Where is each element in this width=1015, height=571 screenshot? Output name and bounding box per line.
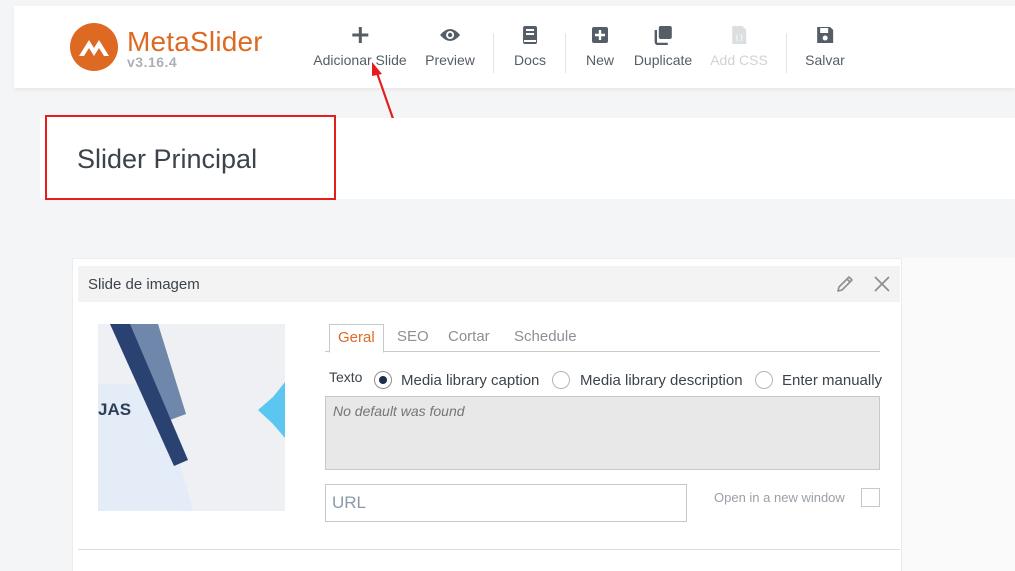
radio-enter-manually[interactable] bbox=[755, 371, 773, 389]
preview-button[interactable]: Preview bbox=[425, 24, 475, 74]
slide-card-header: Slide de imagem bbox=[78, 266, 900, 302]
toolbar-divider bbox=[493, 33, 494, 73]
thumbnail-text: JAS bbox=[98, 400, 132, 419]
save-button[interactable]: Salvar bbox=[805, 24, 845, 74]
eye-icon bbox=[439, 24, 461, 46]
tab-cortar[interactable]: Cortar bbox=[448, 328, 490, 345]
copy-icon bbox=[653, 24, 673, 46]
docs-label: Docs bbox=[514, 52, 546, 68]
radio-enter-manually-label[interactable]: Enter manually bbox=[782, 372, 882, 389]
caption-textarea[interactable] bbox=[325, 396, 880, 470]
close-icon[interactable] bbox=[872, 274, 892, 294]
plus-icon bbox=[351, 24, 369, 46]
slide-type-title: Slide de imagem bbox=[88, 276, 200, 293]
css-file-icon: {} bbox=[731, 24, 747, 46]
plus-square-icon bbox=[591, 24, 609, 46]
book-icon bbox=[522, 24, 538, 46]
slider-title-highlight[interactable]: Slider Principal bbox=[45, 115, 336, 200]
url-input[interactable] bbox=[325, 484, 687, 522]
save-icon bbox=[816, 24, 834, 46]
toolbar-divider bbox=[565, 33, 566, 73]
duplicate-label: Duplicate bbox=[633, 52, 693, 68]
pencil-icon[interactable] bbox=[834, 273, 856, 295]
slide-card-body: JAS Geral SEO Cortar Schedule Texto Medi… bbox=[78, 302, 900, 550]
version-label: v3.16.4 bbox=[127, 54, 178, 70]
duplicate-button[interactable]: Duplicate bbox=[634, 24, 692, 74]
toolbar-divider bbox=[786, 33, 787, 73]
add-css-button[interactable]: {} Add CSS bbox=[710, 24, 768, 74]
right-panel bbox=[900, 258, 1015, 571]
preview-label: Preview bbox=[425, 52, 475, 68]
add-css-label: Add CSS bbox=[710, 52, 768, 68]
save-label: Salvar bbox=[805, 52, 845, 68]
tab-geral[interactable]: Geral bbox=[329, 324, 384, 353]
radio-media-description[interactable] bbox=[552, 371, 570, 389]
slider-title[interactable]: Slider Principal bbox=[77, 144, 257, 175]
radio-media-description-label[interactable]: Media library description bbox=[580, 372, 743, 389]
new-label: New bbox=[585, 52, 615, 68]
radio-media-caption-label[interactable]: Media library caption bbox=[401, 372, 539, 389]
new-button[interactable]: New bbox=[586, 24, 614, 74]
tab-schedule[interactable]: Schedule bbox=[514, 328, 577, 345]
new-window-label: Open in a new window bbox=[714, 490, 845, 505]
tab-seo[interactable]: SEO bbox=[397, 328, 429, 345]
new-window-checkbox[interactable] bbox=[861, 488, 880, 507]
slide-tabs: Geral SEO Cortar Schedule bbox=[325, 324, 880, 353]
metaslider-logo-icon bbox=[70, 23, 118, 71]
svg-text:{}: {} bbox=[735, 34, 744, 42]
toolbar: MetaSlider v3.16.4 Adicionar Slide Previ… bbox=[14, 6, 1015, 88]
text-label: Texto bbox=[329, 369, 363, 385]
radio-media-caption[interactable] bbox=[374, 371, 392, 389]
slide-card-footer bbox=[78, 549, 900, 571]
slide-thumbnail[interactable]: JAS bbox=[98, 324, 285, 511]
docs-button[interactable]: Docs bbox=[514, 24, 546, 74]
